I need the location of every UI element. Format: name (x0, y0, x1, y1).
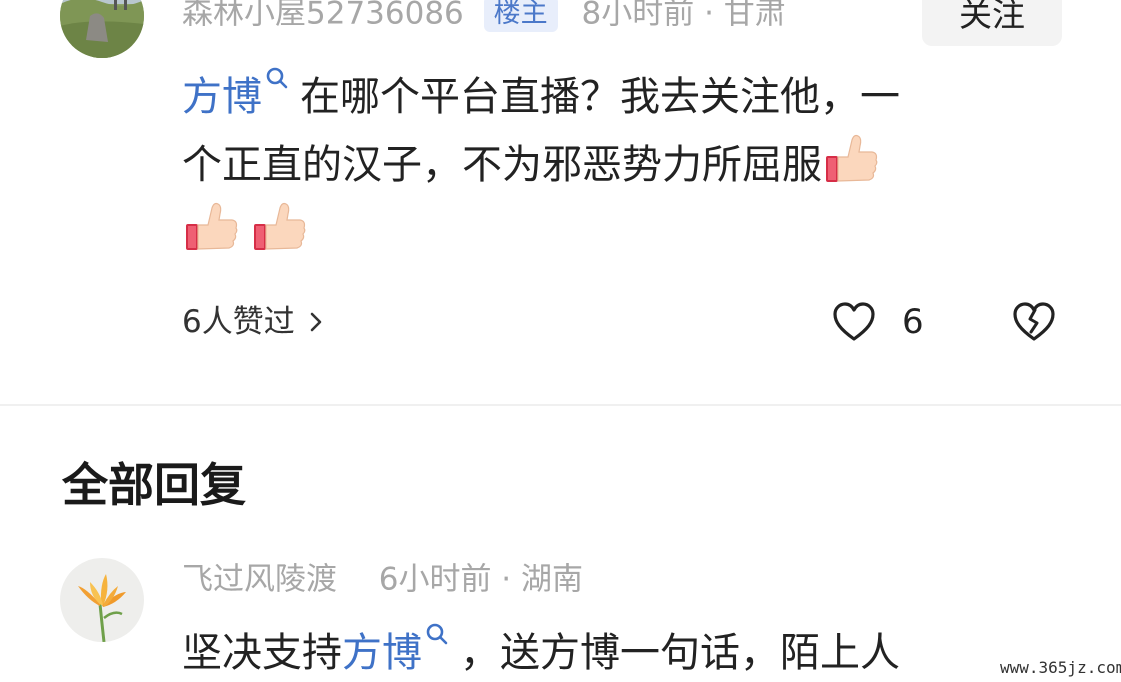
search-icon (426, 623, 448, 645)
op-time-location: 8小时前 · 甘肃 (581, 0, 786, 32)
likes-by-link[interactable]: 6人赞过 (182, 302, 323, 342)
search-icon (266, 67, 288, 89)
op-meta: 森林小屋52736086 楼主 8小时前 · 甘肃 (182, 0, 786, 34)
broken-heart-icon[interactable] (1010, 298, 1058, 346)
watermark: www.365jz.com (996, 658, 1121, 677)
likes-by-label: 6人赞过 (182, 304, 295, 340)
thumbs-up-emoji (254, 202, 306, 250)
follow-button[interactable]: 关注 (922, 0, 1062, 46)
op-username[interactable]: 森林小屋52736086 (182, 0, 464, 32)
like-button[interactable]: 6 (830, 298, 924, 346)
like-count: 6 (902, 302, 924, 342)
divider (0, 404, 1121, 406)
op-mention-link[interactable]: 方博 (182, 74, 262, 120)
reply-meta: 飞过风陵渡 6小时前 · 湖南 (182, 558, 583, 600)
reply-avatar[interactable] (60, 558, 144, 642)
op-text-part2: 个正直的汉子，不为邪恶势力所屈服 (182, 142, 822, 188)
op-comment-text: 方博 在哪个平台直播？我去关注他，一 个正直的汉子，不为邪恶势力所屈服 (182, 64, 1082, 266)
op-text-part1: 在哪个平台直播？我去关注他，一 (300, 74, 900, 120)
op-avatar[interactable] (60, 0, 144, 58)
thumbs-up-emoji (186, 202, 238, 250)
op-text-line3 (182, 198, 1082, 266)
reply-text-prefix: 坚决支持 (182, 630, 342, 676)
reply-text-suffix: ，送方博一句话，陌上人 (460, 630, 900, 676)
section-title: 全部回复 (62, 458, 246, 512)
op-text-line1: 方博 在哪个平台直播？我去关注他，一 (182, 64, 1082, 130)
op-text-line2: 个正直的汉子，不为邪恶势力所屈服 (182, 130, 1082, 198)
heart-outline-icon (833, 302, 875, 341)
chevron-right-icon (310, 312, 322, 332)
reply-time-location: 6小时前 · 湖南 (378, 561, 584, 598)
op-badge: 楼主 (483, 0, 558, 32)
thumbs-up-emoji (826, 134, 878, 182)
reply-mention-link[interactable]: 方博 (342, 630, 422, 676)
reply-username[interactable]: 飞过风陵渡 (182, 562, 337, 598)
comment-page: 森林小屋52736086 楼主 8小时前 · 甘肃 关注 方博 在哪个平台直播？我… (0, 0, 1121, 682)
reply-text: 坚决支持方博 ，送方博一句话，陌上人 (182, 620, 1082, 682)
